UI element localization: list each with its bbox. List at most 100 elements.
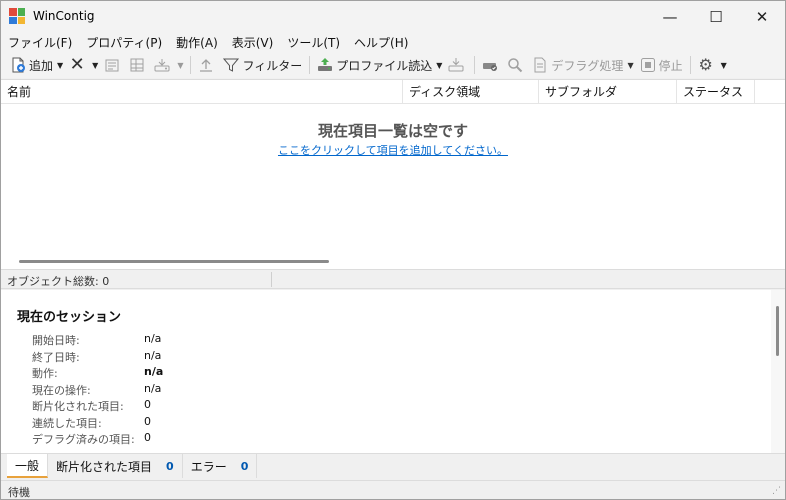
chevron-down-icon[interactable]: ▼ — [721, 61, 727, 70]
search-icon — [507, 57, 523, 73]
session-row-value: n/a — [144, 348, 162, 362]
session-row-value: n/a — [144, 381, 162, 395]
menu-help[interactable]: ヘルプ(H) — [347, 34, 415, 51]
horizontal-scrollbar[interactable] — [19, 260, 329, 263]
chevron-down-icon[interactable]: ▼ — [627, 61, 633, 70]
session-row: 現在の操作: n/a — [32, 382, 332, 398]
analyze-button[interactable] — [479, 53, 504, 77]
remove-x-icon: ✕ — [69, 54, 85, 75]
session-row-label: 開始日時: — [32, 334, 80, 347]
load-profile-button[interactable]: プロファイル読込 ▼ — [314, 53, 445, 77]
app-window: WinContig — ☐ ✕ ファイル(F) プロパティ(P) 動作(A) 表… — [0, 0, 786, 500]
defrag-icon — [532, 57, 548, 73]
tab-count-badge: 0 — [166, 459, 174, 473]
add-file-icon — [10, 57, 26, 73]
object-count-bar: オブジェクト総数: 0 — [1, 269, 785, 289]
session-row-label: 断片化された項目: — [32, 400, 124, 413]
session-details-panel: 現在のセッション 開始日時: n/a 終了日時: n/a 動作: n/a 現在の操作: n/a… — [1, 290, 771, 453]
maximize-button[interactable]: ☐ — [693, 1, 739, 32]
session-row-label: 現在の操作: — [32, 383, 91, 397]
status-bar: 待機 ⋰ — [1, 480, 785, 499]
empty-list-message: 現在項目一覧は空です — [317, 122, 468, 140]
title-bar[interactable]: WinContig — ☐ ✕ — [1, 1, 785, 32]
filter-button[interactable]: フィルター — [220, 53, 305, 77]
session-row-label: 終了日時: — [32, 350, 80, 364]
session-row: 開始日時: n/a — [32, 332, 332, 348]
status-divider — [271, 272, 272, 287]
filter-icon — [223, 57, 240, 73]
toolbar: 追加 ▼ ✕ ▼ ▼ フィルター プロファイル読込 ▼ デフラグ処理 ▼ 停止 … — [1, 52, 785, 78]
column-header-name[interactable]: 名前 — [1, 80, 403, 104]
toolbar-separator — [474, 56, 476, 74]
toolbar-separator — [309, 56, 311, 74]
stop-button[interactable]: 停止 — [637, 53, 686, 77]
scrollbar-thumb[interactable] — [776, 306, 779, 356]
save-profile-button[interactable] — [445, 53, 470, 77]
session-row: 動作: n/a — [32, 365, 332, 381]
chevron-down-icon[interactable]: ▼ — [57, 61, 63, 70]
menu-properties[interactable]: プロパティ(P) — [79, 34, 169, 51]
tab-label: エラー — [190, 459, 227, 474]
profile-load-icon — [317, 57, 333, 73]
disk-check-icon — [482, 57, 498, 73]
grid-button[interactable] — [126, 53, 151, 77]
tab-label: 断片化された項目 — [56, 459, 153, 474]
menu-action[interactable]: 動作(A) — [169, 34, 225, 51]
column-header-disk-space[interactable]: ディスク領域 — [403, 80, 539, 104]
defrag-button[interactable]: デフラグ処理 ▼ — [529, 53, 636, 77]
session-row-value: 0 — [144, 398, 151, 411]
resize-grip-icon[interactable]: ⋰ — [772, 486, 781, 496]
minimize-button[interactable]: — — [647, 1, 693, 32]
disk-tools-button[interactable]: ▼ — [151, 53, 186, 77]
session-title: 現在のセッション — [17, 310, 122, 325]
tab-fragmented-items[interactable]: 断片化された項目 0 — [48, 454, 183, 478]
column-header-status[interactable]: ステータス — [677, 80, 755, 104]
menu-file[interactable]: ファイル(F) — [1, 34, 79, 51]
session-row-label: デフラグ済みの項目: — [32, 433, 135, 446]
properties-icon — [104, 57, 120, 73]
toolbar-separator — [190, 56, 192, 74]
column-header-subfolders[interactable]: サブフォルダ — [539, 80, 677, 104]
item-list[interactable]: 名前 ディスク領域 サブフォルダ ステータス 現在項目一覧は空です ここをクリッ… — [1, 79, 785, 269]
session-row-label: 動作: — [32, 367, 58, 380]
gear-icon: ⚙ — [698, 55, 713, 74]
menu-tools[interactable]: ツール(T) — [280, 34, 347, 51]
upload-icon — [198, 57, 214, 73]
list-header: 名前 ディスク領域 サブフォルダ ステータス — [1, 80, 785, 104]
status-text: 待機 — [8, 486, 30, 499]
object-count: オブジェクト総数: 0 — [7, 275, 110, 288]
search-button[interactable] — [504, 53, 529, 77]
session-row-value: 0 — [144, 431, 151, 444]
session-row: 連続した項目: 0 — [32, 415, 332, 431]
session-row-label: 連続した項目: — [32, 416, 102, 430]
chevron-down-icon[interactable]: ▼ — [92, 61, 98, 70]
stop-button-label: 停止 — [658, 58, 683, 73]
detail-tabs: 一般 断片化された項目 0 エラー 0 — [1, 453, 785, 479]
tab-label: 一般 — [15, 458, 40, 473]
close-button[interactable]: ✕ — [739, 1, 785, 32]
chevron-down-icon[interactable]: ▼ — [177, 61, 183, 70]
properties-button[interactable] — [101, 53, 126, 77]
grid-icon — [129, 57, 145, 73]
stop-icon — [640, 57, 656, 73]
window-title: WinContig — [33, 9, 95, 23]
chevron-down-icon[interactable]: ▼ — [436, 61, 442, 70]
add-button[interactable]: 追加 ▼ — [7, 53, 66, 77]
session-row: 断片化された項目: 0 — [32, 398, 332, 414]
session-row-value: n/a — [144, 365, 164, 378]
app-icon — [9, 8, 25, 24]
add-items-link[interactable]: ここをクリックして項目を追加してください。 — [1, 142, 785, 158]
menu-view[interactable]: 表示(V) — [225, 34, 281, 51]
filter-button-label: フィルター — [242, 58, 303, 73]
session-row: デフラグ済みの項目: 0 — [32, 431, 332, 447]
session-row-value: 0 — [144, 414, 151, 428]
tab-general[interactable]: 一般 — [7, 454, 49, 478]
tab-errors[interactable]: エラー 0 — [183, 454, 258, 478]
remove-button[interactable]: ✕ ▼ — [66, 53, 101, 77]
session-row: 終了日時: n/a — [32, 349, 332, 365]
vertical-scrollbar[interactable] — [771, 290, 785, 453]
add-button-label: 追加 — [29, 58, 54, 73]
menu-bar: ファイル(F) プロパティ(P) 動作(A) 表示(V) ツール(T) ヘルプ(… — [1, 32, 785, 52]
settings-button[interactable]: ⚙ ▼ — [695, 53, 730, 77]
export-button[interactable] — [195, 53, 220, 77]
